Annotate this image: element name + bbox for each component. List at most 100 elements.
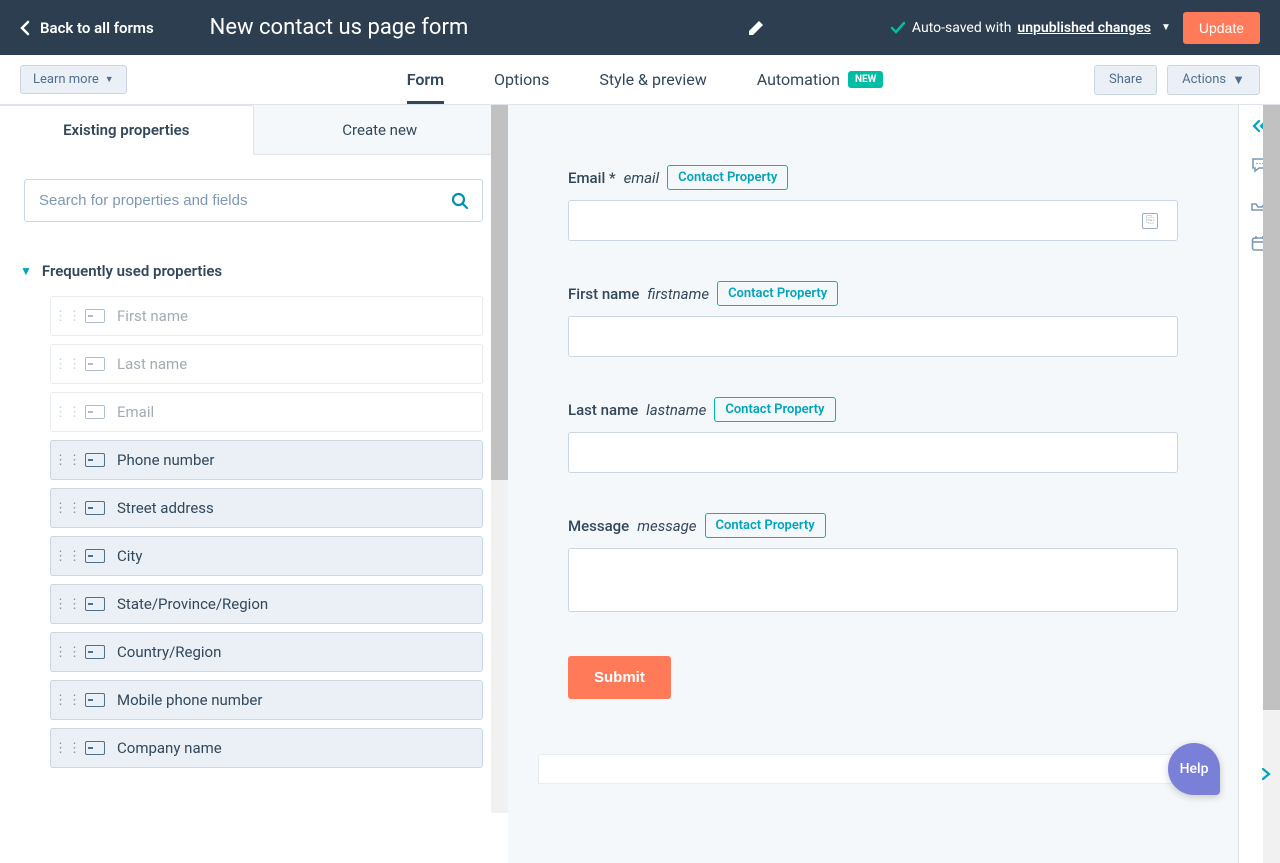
- topbar-right: Auto-saved with unpublished changes ▼ Up…: [890, 12, 1260, 44]
- top-bar: Back to all forms New contact us page fo…: [0, 0, 1280, 55]
- field-api-name: email: [624, 169, 659, 187]
- field-label-row: Message message Contact Property: [568, 513, 1178, 538]
- submit-button[interactable]: Submit: [568, 656, 671, 699]
- scrollbar[interactable]: [1263, 105, 1280, 863]
- text-field-icon: [85, 597, 105, 611]
- chevron-left-icon: [20, 20, 30, 36]
- edit-title-button[interactable]: [748, 20, 764, 36]
- text-field-icon: [85, 549, 105, 563]
- caret-down-icon: ▼: [1161, 22, 1171, 33]
- text-field-icon: [85, 453, 105, 467]
- contact-property-badge: Contact Property: [714, 397, 835, 422]
- property-item[interactable]: ⋮⋮ Phone number: [50, 440, 483, 480]
- expand-panel-button[interactable]: [1260, 765, 1272, 783]
- property-label: City: [117, 547, 142, 565]
- canvas-footer-panel: [538, 754, 1208, 784]
- property-label: Country/Region: [117, 643, 221, 661]
- text-field-icon: [85, 405, 105, 419]
- contact-property-badge: Contact Property: [705, 513, 826, 538]
- form-field-block[interactable]: First name firstname Contact Property: [568, 281, 1178, 357]
- property-label: Last name: [117, 355, 187, 373]
- learn-more-button[interactable]: Learn more ▼: [20, 65, 127, 94]
- form-field-block[interactable]: Last name lastname Contact Property: [568, 397, 1178, 473]
- autosave-prefix: Auto-saved with: [912, 20, 1012, 36]
- main-content: Existing properties Create new ▼ Frequen…: [0, 105, 1280, 863]
- field-textarea[interactable]: [568, 548, 1178, 612]
- text-field-icon: [85, 357, 105, 371]
- text-field-icon: [85, 501, 105, 515]
- property-label: Mobile phone number: [117, 691, 262, 709]
- form-field-block[interactable]: Email * email Contact Property ⎘: [568, 165, 1178, 241]
- tab-automation[interactable]: Automation NEW: [757, 55, 884, 104]
- field-label: First name: [568, 285, 639, 303]
- field-label: Message: [568, 517, 629, 535]
- field-input[interactable]: [568, 200, 1178, 241]
- autofill-icon: ⎘: [1142, 213, 1158, 229]
- field-label-row: First name firstname Contact Property: [568, 281, 1178, 306]
- drag-handle-icon: ⋮⋮: [58, 698, 78, 703]
- property-item[interactable]: ⋮⋮ Country/Region: [50, 632, 483, 672]
- field-label-row: Last name lastname Contact Property: [568, 397, 1178, 422]
- property-label: Street address: [117, 499, 214, 517]
- property-label: Phone number: [117, 451, 214, 469]
- property-item[interactable]: ⋮⋮ Company name: [50, 728, 483, 768]
- form-canvas: Email * email Contact Property ⎘ First n…: [508, 105, 1238, 863]
- caret-down-icon: ▼: [1232, 72, 1245, 88]
- drag-handle-icon: ⋮⋮: [58, 650, 78, 655]
- actions-button[interactable]: Actions ▼: [1167, 65, 1260, 95]
- property-item[interactable]: ⋮⋮ Street address: [50, 488, 483, 528]
- drag-handle-icon: ⋮⋮: [58, 410, 78, 415]
- nav-tabs: Form Options Style & preview Automation …: [407, 55, 884, 104]
- contact-property-badge: Contact Property: [717, 281, 838, 306]
- drag-handle-icon: ⋮⋮: [58, 602, 78, 607]
- caret-down-icon: ▼: [105, 74, 114, 85]
- property-item[interactable]: ⋮⋮ First name: [50, 296, 483, 336]
- tab-style-preview[interactable]: Style & preview: [599, 55, 706, 104]
- text-field-icon: [85, 741, 105, 755]
- drag-handle-icon: ⋮⋮: [58, 746, 78, 751]
- second-bar: Learn more ▼ Form Options Style & previe…: [0, 55, 1280, 105]
- property-label: Company name: [117, 739, 222, 757]
- section-frequently-used[interactable]: ▼ Frequently used properties: [20, 262, 483, 280]
- canvas-inner: Email * email Contact Property ⎘ First n…: [568, 165, 1178, 784]
- update-button[interactable]: Update: [1183, 12, 1260, 44]
- property-item[interactable]: ⋮⋮ Mobile phone number: [50, 680, 483, 720]
- property-item[interactable]: ⋮⋮ Last name: [50, 344, 483, 384]
- property-item[interactable]: ⋮⋮ City: [50, 536, 483, 576]
- autosave-highlight: unpublished changes: [1017, 20, 1151, 36]
- text-field-icon: [85, 309, 105, 323]
- property-label: State/Province/Region: [117, 595, 268, 613]
- drag-handle-icon: ⋮⋮: [58, 314, 78, 319]
- field-label-row: Email * email Contact Property: [568, 165, 1178, 190]
- drag-handle-icon: ⋮⋮: [58, 362, 78, 367]
- form-title: New contact us page form: [210, 15, 469, 40]
- tab-options[interactable]: Options: [494, 55, 549, 104]
- scrollbar[interactable]: [491, 105, 508, 813]
- tab-existing-properties[interactable]: Existing properties: [0, 105, 254, 155]
- field-input[interactable]: [568, 316, 1178, 357]
- pencil-icon: [748, 20, 764, 36]
- text-field-icon: [85, 645, 105, 659]
- right-actions: Share Actions ▼: [1094, 65, 1260, 95]
- drag-handle-icon: ⋮⋮: [58, 458, 78, 463]
- field-label: Email *: [568, 169, 616, 187]
- help-button[interactable]: Help: [1168, 743, 1220, 795]
- drag-handle-icon: ⋮⋮: [58, 554, 78, 559]
- drag-handle-icon: ⋮⋮: [58, 506, 78, 511]
- field-input[interactable]: [568, 432, 1178, 473]
- search-input[interactable]: [24, 179, 483, 222]
- left-panel-body: ▼ Frequently used properties ⋮⋮ First na…: [0, 155, 507, 792]
- check-icon: [890, 20, 906, 36]
- property-label: Email: [117, 403, 154, 421]
- property-item[interactable]: ⋮⋮ State/Province/Region: [50, 584, 483, 624]
- share-button[interactable]: Share: [1094, 65, 1157, 95]
- property-list: ⋮⋮ First name ⋮⋮ Last name ⋮⋮ Email ⋮⋮ P…: [50, 296, 483, 768]
- left-panel-tabs: Existing properties Create new: [0, 105, 507, 155]
- back-label: Back to all forms: [40, 19, 154, 37]
- tab-form[interactable]: Form: [407, 55, 444, 104]
- form-field-block[interactable]: Message message Contact Property: [568, 513, 1178, 616]
- tab-create-new[interactable]: Create new: [254, 105, 508, 154]
- back-to-forms-link[interactable]: Back to all forms: [20, 19, 154, 37]
- autosave-status[interactable]: Auto-saved with unpublished changes ▼: [890, 20, 1171, 36]
- property-item[interactable]: ⋮⋮ Email: [50, 392, 483, 432]
